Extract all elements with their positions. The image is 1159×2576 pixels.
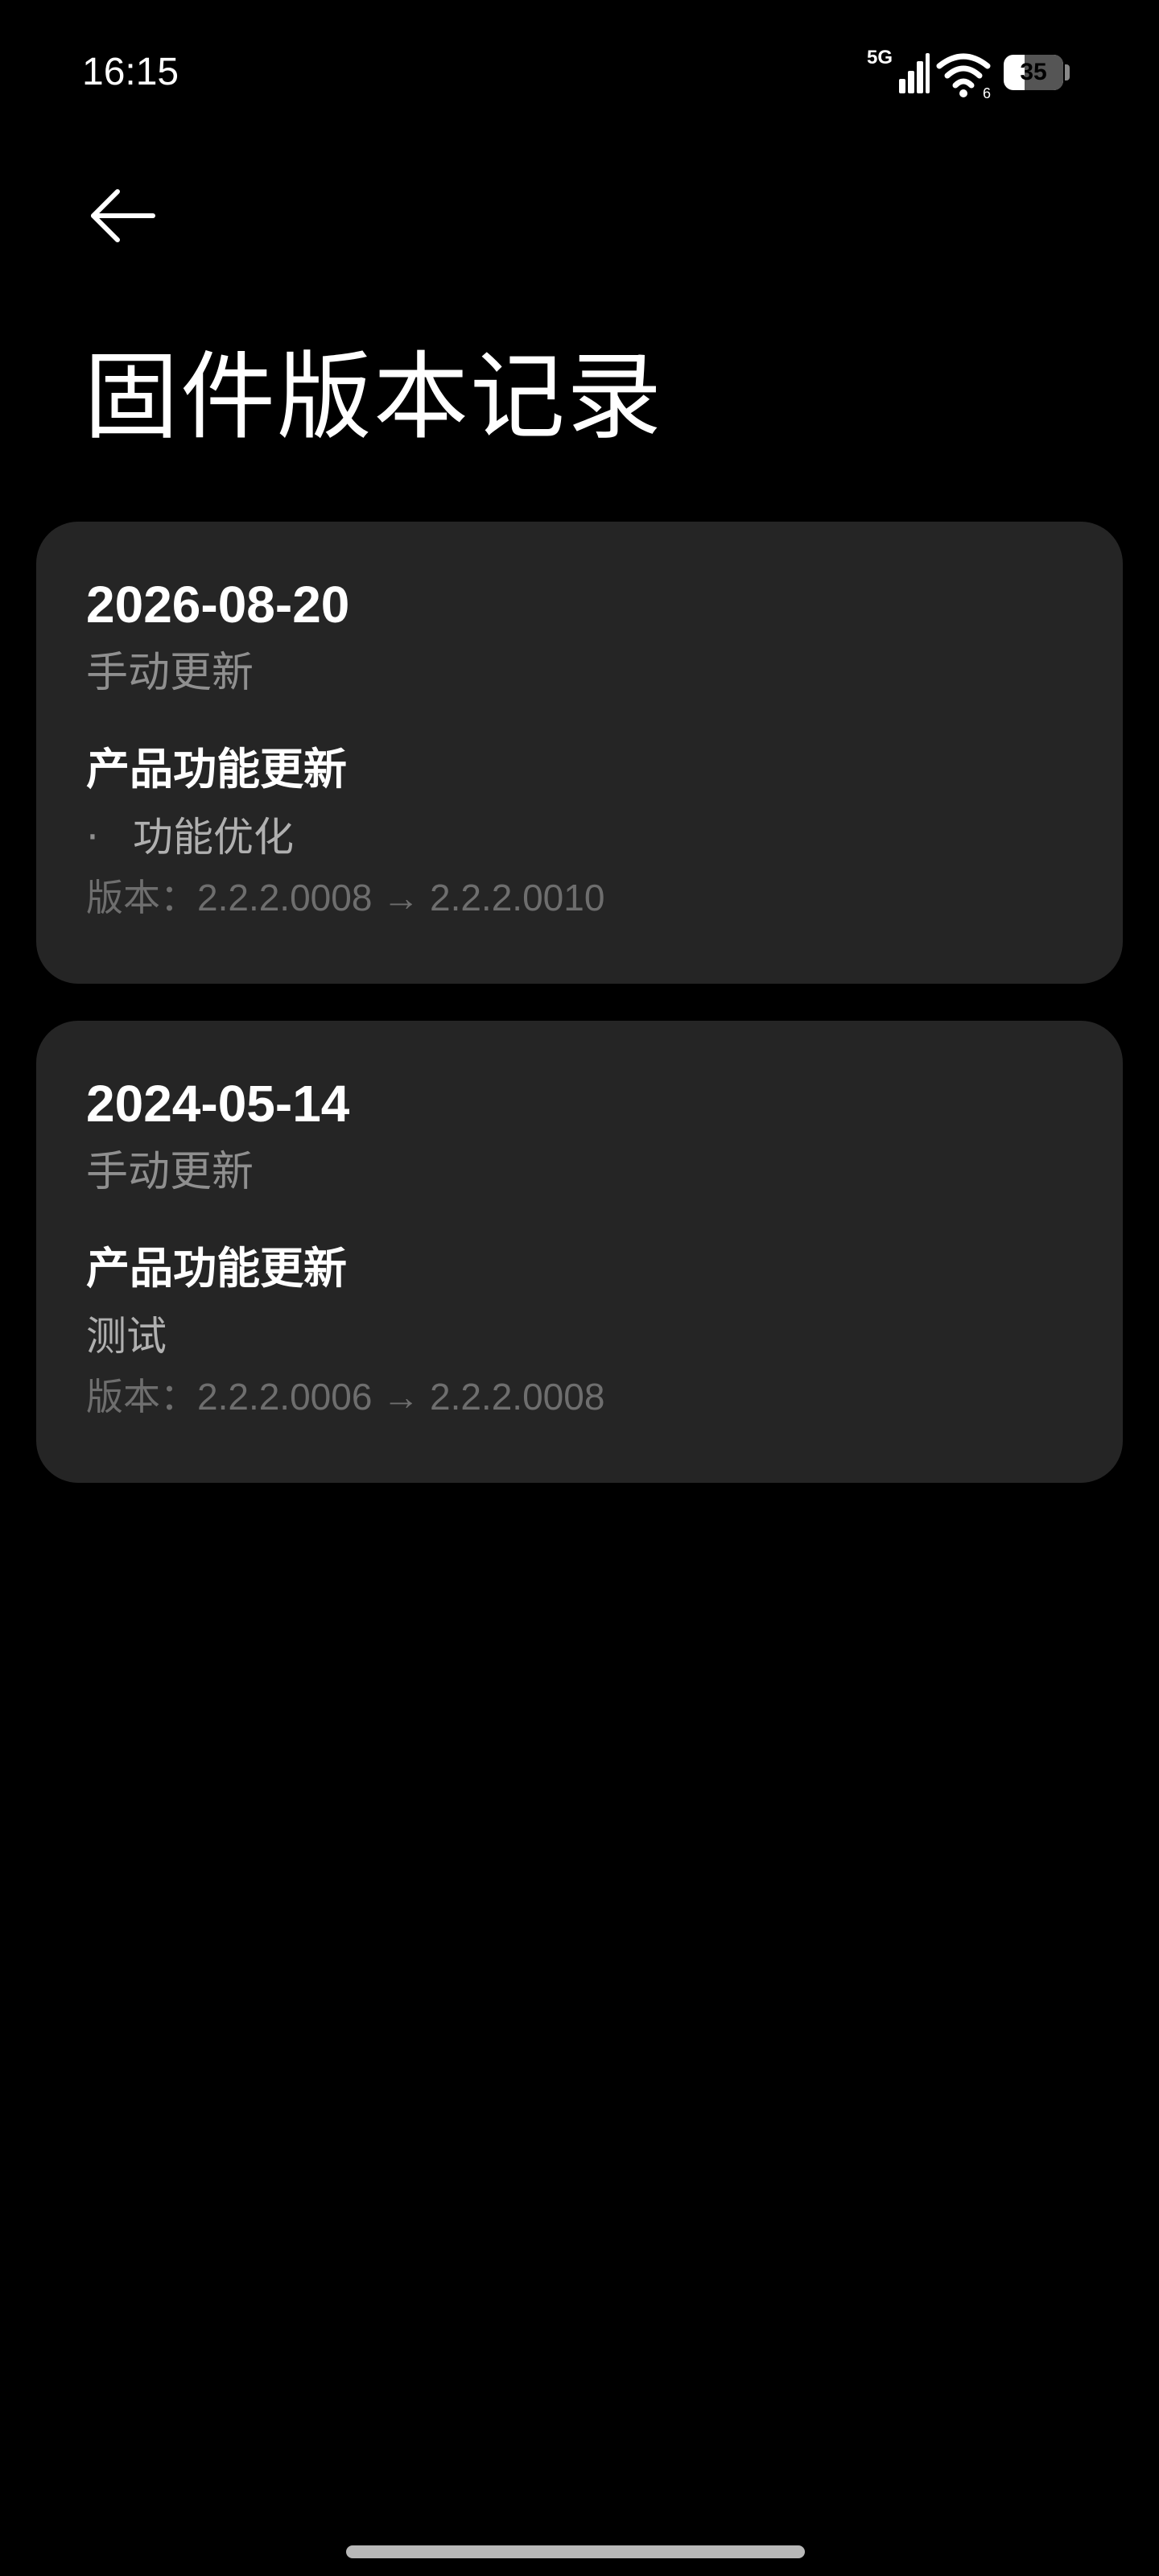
record-detail-text: 功能优化 [133,814,294,861]
firmware-record-card: 2024-05-14 手动更新 产品功能更新 测试 版本：2.2.2.0006 … [36,1021,1123,1483]
wifi-icon: 6 [936,53,991,100]
battery-icon: 35 [1004,55,1070,90]
status-time: 16:15 [82,51,179,93]
version-label: 版本： [86,1375,197,1418]
battery-level: 35 [1020,59,1047,85]
arrow-left-icon [91,189,155,242]
record-update-type: 手动更新 [86,1148,254,1196]
firmware-record-card: 2026-08-20 手动更新 产品功能更新 · 功能优化 版本：2.2.2.00… [36,522,1123,984]
status-bar: 16:15 5G 6 35 [0,0,1159,145]
bullet-point: · [86,814,99,861]
version-label: 版本： [86,876,197,919]
record-date: 2024-05-14 [86,1075,350,1133]
record-section-title: 产品功能更新 [86,744,347,795]
version-range: 2.2.2.0008 → 2.2.2.0010 [197,877,605,919]
home-indicator[interactable] [346,2545,805,2558]
status-icons: 5G 6 35 [865,47,1074,103]
battery-cap [1065,64,1070,80]
signal-icon [899,53,930,93]
record-detail-text: 测试 [86,1313,167,1360]
record-update-type: 手动更新 [86,649,254,697]
record-detail: 测试 [86,1307,167,1365]
record-date: 2026-08-20 [86,576,350,634]
version-range: 2.2.2.0006 → 2.2.2.0008 [197,1376,605,1418]
record-detail: · 功能优化 [86,808,294,866]
record-version: 版本：2.2.2.0006 → 2.2.2.0008 [86,1370,604,1423]
record-section-title: 产品功能更新 [86,1243,347,1294]
wifi-badge: 6 [983,85,991,100]
page-title: 固件版本记录 [84,341,664,452]
back-button[interactable] [74,177,167,258]
battery-body: 35 [1004,55,1063,90]
record-version: 版本：2.2.2.0008 → 2.2.2.0010 [86,871,604,924]
